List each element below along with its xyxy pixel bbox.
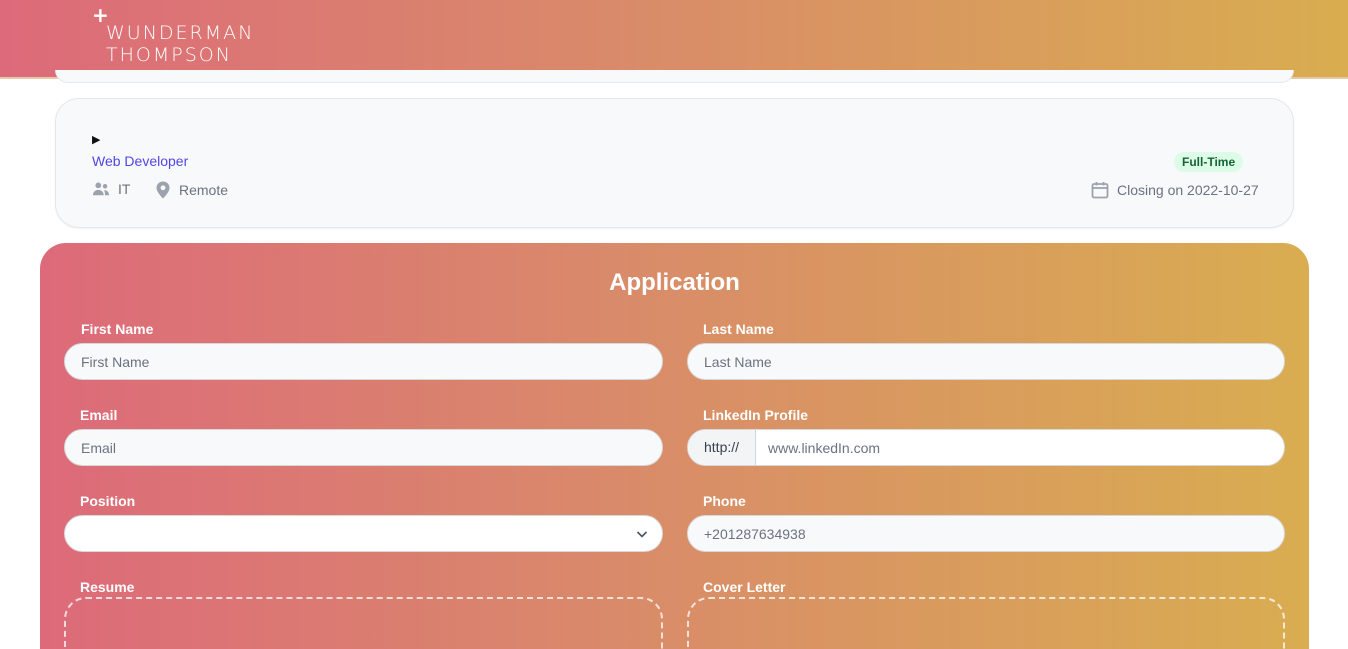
company-logo[interactable]: + WUNDERMAN THOMPSON bbox=[92, 5, 255, 66]
job-card[interactable]: ▶ Web Developer Full-Time IT Remote Clos… bbox=[55, 98, 1294, 228]
phone-label: Phone bbox=[703, 493, 746, 509]
resume-dropzone[interactable] bbox=[64, 597, 663, 649]
phone-input[interactable] bbox=[687, 515, 1285, 552]
logo-text-line2: THOMPSON bbox=[106, 44, 232, 66]
logo-text-line1: WUNDERMAN bbox=[106, 22, 255, 44]
cover-letter-dropzone[interactable] bbox=[687, 597, 1285, 649]
job-closing-date: Closing on 2022-10-27 bbox=[1091, 181, 1259, 199]
application-title: Application bbox=[609, 269, 740, 296]
job-location-text: Remote bbox=[179, 182, 229, 198]
cover-letter-label: Cover Letter bbox=[703, 579, 786, 595]
job-department: IT bbox=[92, 181, 130, 197]
application-form-panel: Application First Name Last Name Email L… bbox=[40, 243, 1309, 649]
job-closing-text: Closing on 2022-10-27 bbox=[1117, 182, 1259, 198]
first-name-input[interactable] bbox=[64, 343, 663, 380]
job-location: Remote bbox=[155, 181, 228, 199]
first-name-label: First Name bbox=[81, 321, 154, 337]
users-icon bbox=[92, 182, 110, 196]
job-title-link[interactable]: Web Developer bbox=[92, 153, 188, 169]
map-pin-icon bbox=[156, 181, 170, 199]
linkedin-url-prefix: http:// bbox=[688, 430, 756, 465]
site-header: + WUNDERMAN THOMPSON bbox=[0, 0, 1348, 79]
linkedin-input[interactable] bbox=[756, 430, 1284, 465]
job-type-badge: Full-Time bbox=[1174, 152, 1244, 172]
position-label: Position bbox=[80, 493, 136, 509]
job-department-text: IT bbox=[118, 181, 131, 197]
position-select[interactable] bbox=[64, 515, 663, 552]
email-input[interactable] bbox=[64, 429, 663, 466]
linkedin-label: LinkedIn Profile bbox=[703, 407, 809, 423]
chevron-down-icon bbox=[636, 531, 648, 538]
previous-job-card-edge bbox=[55, 70, 1294, 83]
resume-label: Resume bbox=[80, 579, 135, 595]
logo-plus-mark: + bbox=[92, 3, 109, 27]
last-name-label: Last Name bbox=[703, 321, 774, 337]
email-label: Email bbox=[80, 407, 118, 423]
expand-toggle-icon[interactable]: ▶ bbox=[92, 133, 100, 146]
calendar-icon bbox=[1091, 182, 1109, 199]
linkedin-input-group: http:// bbox=[687, 429, 1285, 466]
last-name-input[interactable] bbox=[687, 343, 1285, 380]
